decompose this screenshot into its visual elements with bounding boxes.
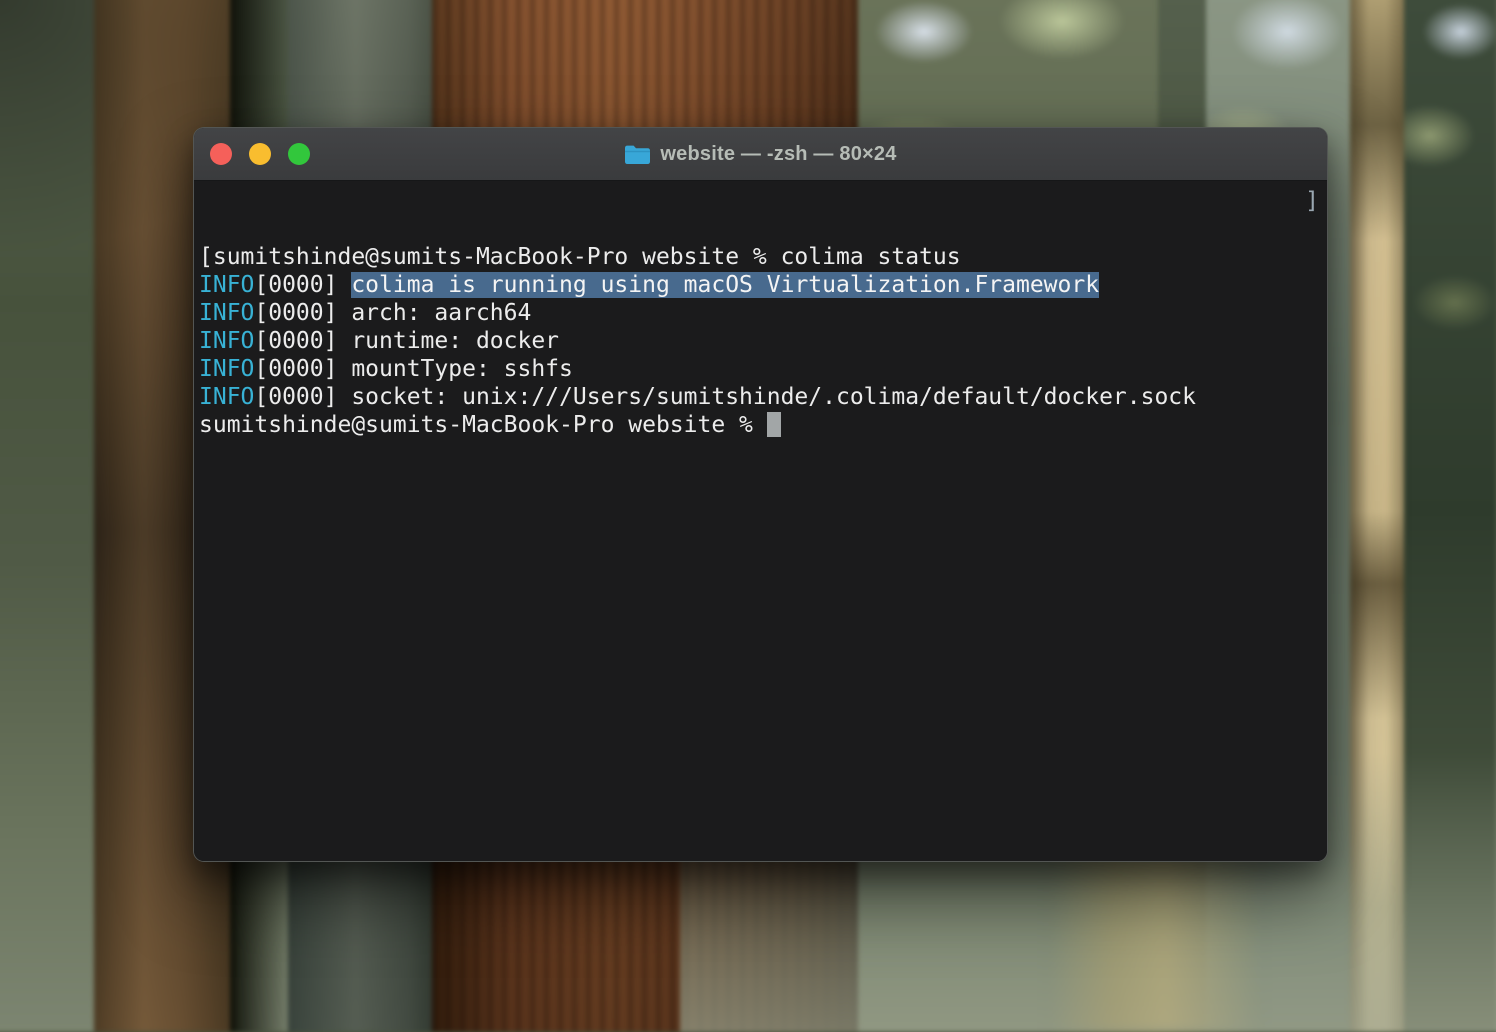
minimize-button[interactable] <box>249 143 271 165</box>
terminal-text-info: INFO <box>199 384 254 410</box>
terminal-line: [sumitshinde@sumits-MacBook-Pro website … <box>199 243 1321 271</box>
terminal-line: INFO[0000] runtime: docker <box>199 327 1321 355</box>
titlebar[interactable]: website — -zsh — 80×24 <box>194 128 1327 181</box>
folder-icon <box>624 144 650 165</box>
terminal-line: INFO[0000] socket: unix:///Users/sumitsh… <box>199 383 1321 411</box>
window-title: website — -zsh — 80×24 <box>660 143 896 166</box>
terminal-text-selection: colima is running using macOS Virtualiza… <box>351 272 1099 298</box>
terminal-text-info: INFO <box>199 300 254 326</box>
terminal-text-info: INFO <box>199 356 254 382</box>
window-title-group: website — -zsh — 80×24 <box>624 143 896 166</box>
terminal-text-info: INFO <box>199 328 254 354</box>
terminal-line: INFO[0000] arch: aarch64 <box>199 299 1321 327</box>
close-button[interactable] <box>210 143 232 165</box>
zoom-button[interactable] <box>288 143 310 165</box>
terminal-text-plain: [sumitshinde@sumits-MacBook-Pro website … <box>199 244 961 270</box>
terminal-line: INFO[0000] mountType: sshfs <box>199 355 1321 383</box>
terminal-window: website — -zsh — 80×24 [sumitshinde@sumi… <box>193 127 1328 862</box>
terminal-lines: [sumitshinde@sumits-MacBook-Pro website … <box>199 243 1321 439</box>
terminal-text-info: INFO <box>199 272 254 298</box>
terminal-output[interactable]: [sumitshinde@sumits-MacBook-Pro website … <box>194 181 1327 861</box>
traffic-lights <box>210 128 310 180</box>
terminal-text-plain: [0000] mountType: sshfs <box>254 356 573 382</box>
terminal-cursor <box>767 412 781 437</box>
terminal-line: INFO[0000] colima is running using macOS… <box>199 271 1321 299</box>
terminal-line: sumitshinde@sumits-MacBook-Pro website % <box>199 411 1321 439</box>
terminal-text-plain: sumitshinde@sumits-MacBook-Pro website % <box>199 412 767 438</box>
terminal-text-plain: [0000] socket: unix:///Users/sumitshinde… <box>254 384 1196 410</box>
terminal-text-plain: [0000] runtime: docker <box>254 328 559 354</box>
right-edge-bracket: ] <box>1305 187 1319 215</box>
terminal-text-plain: [0000] arch: aarch64 <box>254 300 531 326</box>
terminal-text-plain: [0000] <box>254 272 351 298</box>
